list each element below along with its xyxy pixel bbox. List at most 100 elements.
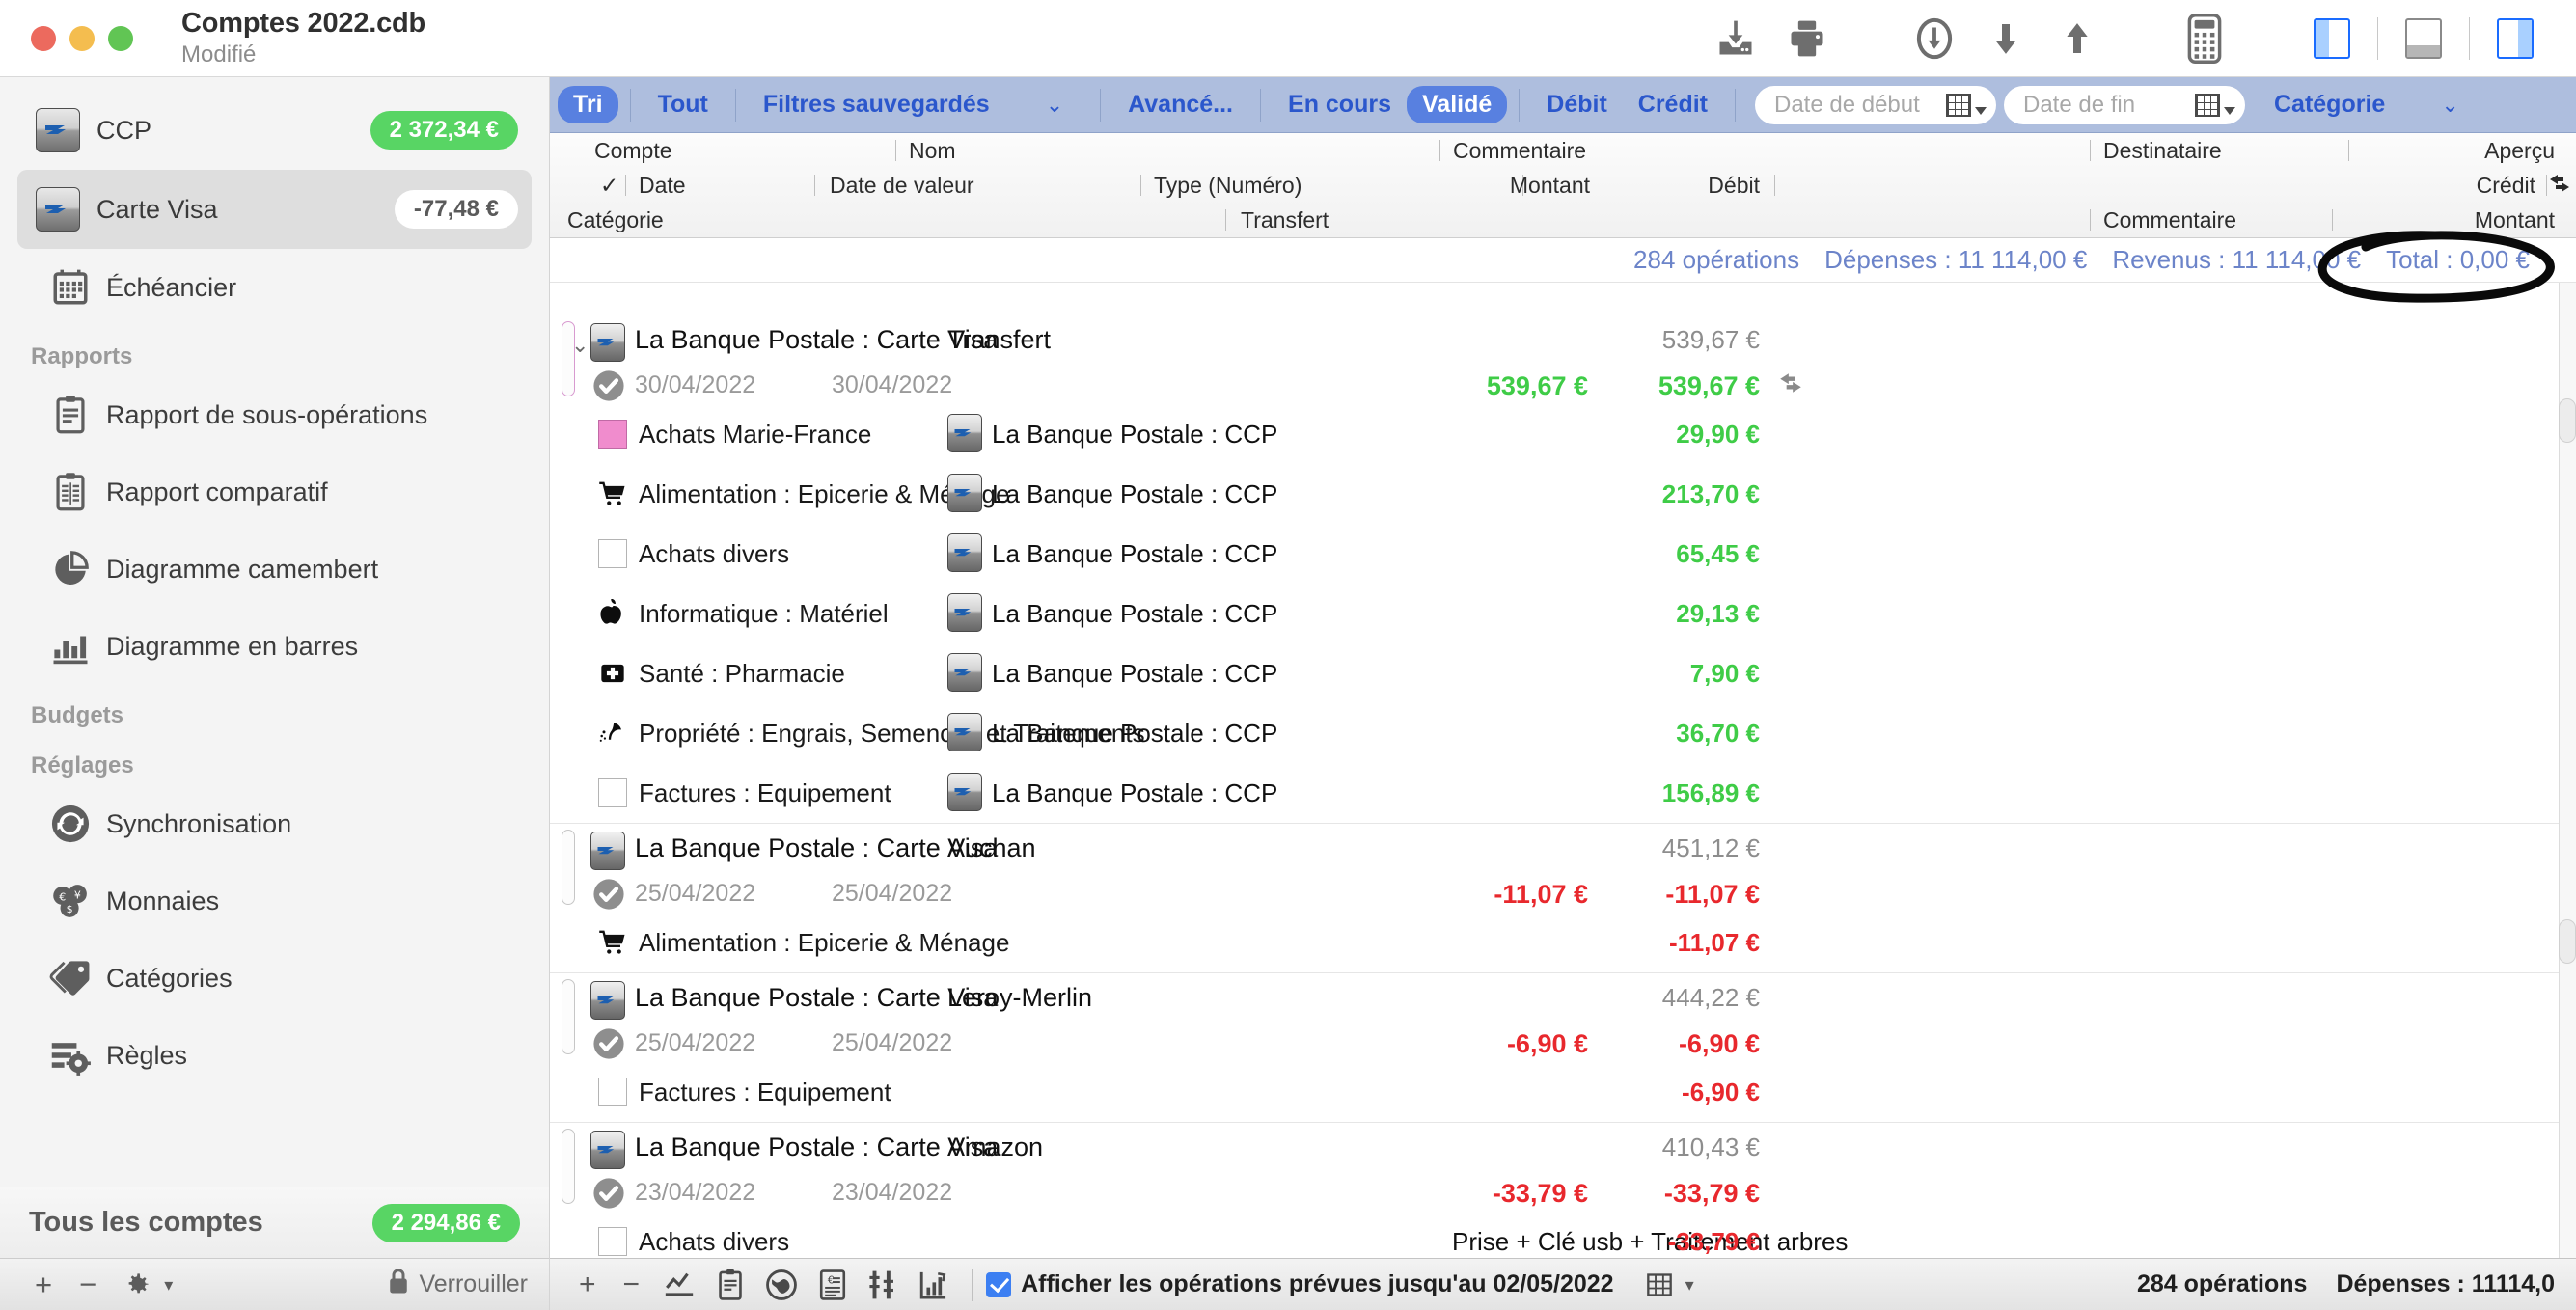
sidebar-item-synchronisation[interactable]: Synchronisation xyxy=(0,785,549,862)
category-filter-button[interactable]: Catégorie xyxy=(2259,86,2400,123)
col-date[interactable]: Date xyxy=(639,173,686,199)
lock-button[interactable]: Verrouiller xyxy=(386,1267,528,1302)
col-montant-2[interactable]: Montant xyxy=(2475,207,2555,233)
maximize-button[interactable] xyxy=(108,25,133,51)
transaction-main-row[interactable]: La Banque Postale : Carte Visa Amazon 23… xyxy=(550,1123,2576,1212)
window-controls[interactable] xyxy=(0,25,133,51)
row-gutter-handle[interactable] xyxy=(562,1129,575,1204)
table-row[interactable]: La Banque Postale : Carte Visa Transfert… xyxy=(550,315,2576,824)
list-item[interactable]: Factures : Equipement La Banque Postale … xyxy=(550,763,2576,823)
transaction-list[interactable]: ⌄ La Banque Postale : Carte Visa Transfe… xyxy=(550,283,2576,1258)
transfer-arrows-icon[interactable] xyxy=(1777,371,1804,399)
sidebar-item-regles[interactable]: Règles xyxy=(0,1017,549,1094)
calendar-icon[interactable] xyxy=(1946,93,1971,117)
remove-account-button[interactable]: − xyxy=(66,1269,110,1299)
list-item[interactable]: Informatique : Matériel La Banque Postal… xyxy=(550,584,2576,643)
sort-button[interactable]: Tri xyxy=(558,86,618,123)
table-grid-caret[interactable]: ▾ xyxy=(1684,1276,1708,1294)
validated-check-icon[interactable] xyxy=(592,1027,625,1065)
calendar-icon[interactable] xyxy=(2195,93,2220,117)
import-icon[interactable] xyxy=(1700,11,1771,67)
table-row[interactable]: La Banque Postale : Carte Visa Auchan 25… xyxy=(550,824,2576,973)
sidebar-item-echeancier[interactable]: Échéancier xyxy=(0,249,549,326)
add-account-button[interactable]: + xyxy=(21,1269,66,1299)
add-operation-button[interactable]: + xyxy=(565,1269,610,1299)
vertical-scrollbar[interactable] xyxy=(2559,283,2576,1258)
col-type-numero[interactable]: Type (Numéro) xyxy=(1154,173,1302,199)
clipboard-icon[interactable] xyxy=(705,1269,755,1301)
remove-operation-button[interactable]: − xyxy=(610,1269,654,1299)
list-item[interactable]: Factures : Equipement -6,90 € xyxy=(550,1062,2576,1122)
calculator-icon[interactable] xyxy=(2169,11,2240,67)
filter-validated-button[interactable]: Validé xyxy=(1407,86,1508,123)
col-check-glyph[interactable]: ✓ xyxy=(600,173,618,199)
col-credit[interactable]: Crédit xyxy=(2477,173,2535,199)
row-gutter-handle[interactable] xyxy=(562,321,575,396)
sidebar-item-diagramme-camembert[interactable]: Diagramme camembert xyxy=(0,531,549,608)
close-button[interactable] xyxy=(31,25,56,51)
col-commentaire[interactable]: Commentaire xyxy=(1453,138,1586,164)
all-accounts-row[interactable]: Tous les comptes 2 294,86 € xyxy=(0,1187,549,1258)
chevron-down-icon[interactable]: ⌄ xyxy=(1005,93,1088,118)
chart-line-icon[interactable] xyxy=(653,1269,705,1301)
col-apercu[interactable]: Aperçu xyxy=(2484,138,2555,164)
col-montant[interactable]: Montant xyxy=(1510,173,1590,199)
col-commentaire-2[interactable]: Commentaire xyxy=(2103,207,2236,233)
end-date-input[interactable]: Date de fin xyxy=(2004,85,2245,124)
validated-check-icon[interactable] xyxy=(592,369,625,407)
globe-icon[interactable] xyxy=(755,1269,808,1301)
filter-pending-button[interactable]: En cours xyxy=(1273,86,1407,123)
sidebar-item-categories[interactable]: Catégories xyxy=(0,940,549,1017)
filter-credit-button[interactable]: Crédit xyxy=(1623,86,1723,123)
right-panel-icon[interactable] xyxy=(2480,11,2551,67)
row-gutter-handle[interactable] xyxy=(562,979,575,1054)
arrow-up-icon[interactable] xyxy=(2042,11,2113,67)
scrollbar-handle[interactable] xyxy=(2559,919,2576,964)
saved-filters-button[interactable]: Filtres sauvegardés xyxy=(748,86,1005,123)
list-item[interactable]: Achats Marie-France La Banque Postale : … xyxy=(550,404,2576,464)
chevron-down-icon[interactable] xyxy=(1975,106,1987,115)
print-icon[interactable] xyxy=(1771,11,1843,67)
arrow-down-icon[interactable] xyxy=(1970,11,2042,67)
transaction-main-row[interactable]: La Banque Postale : Carte Visa Auchan 25… xyxy=(550,824,2576,913)
col-transfert[interactable]: Transfert xyxy=(1241,207,1329,233)
show-planned-checkbox[interactable] xyxy=(986,1271,1012,1297)
invoice-euro-icon[interactable]: € xyxy=(808,1269,858,1301)
col-debit[interactable]: Débit xyxy=(1708,173,1760,199)
compare-icon[interactable] xyxy=(858,1269,908,1301)
col-compte[interactable]: Compte xyxy=(594,138,672,164)
list-item[interactable]: Achats divers La Banque Postale : CCP 65… xyxy=(550,524,2576,584)
list-item[interactable]: Alimentation : Epicerie & Ménage -11,07 … xyxy=(550,913,2576,972)
col-nom[interactable]: Nom xyxy=(909,138,956,164)
sidebar-item-carte-visa[interactable]: Carte Visa -77,48 € xyxy=(17,170,532,249)
col-destinataire[interactable]: Destinataire xyxy=(2103,138,2222,164)
list-item[interactable]: Santé : Pharmacie La Banque Postale : CC… xyxy=(550,643,2576,703)
table-row[interactable]: La Banque Postale : Carte Visa Leroy-Mer… xyxy=(550,973,2576,1123)
trend-up-icon[interactable] xyxy=(908,1269,958,1301)
col-date-valeur[interactable]: Date de valeur xyxy=(830,173,974,199)
table-grid-icon[interactable] xyxy=(1635,1271,1684,1298)
gear-dropdown-caret[interactable]: ▾ xyxy=(164,1276,186,1294)
sidebar-item-diagramme-barres[interactable]: Diagramme en barres xyxy=(0,608,549,685)
chevron-down-icon[interactable]: ⌄ xyxy=(2400,93,2483,118)
sidebar-item-monnaies[interactable]: € ¥ $ Monnaies xyxy=(0,862,549,940)
table-row[interactable]: La Banque Postale : Carte Visa Amazon 23… xyxy=(550,1123,2576,1258)
filter-debit-button[interactable]: Débit xyxy=(1531,86,1623,123)
start-date-input[interactable]: Date de début xyxy=(1755,85,1996,124)
sidebar-item-rapport-sous-operations[interactable]: Rapport de sous-opérations xyxy=(0,376,549,453)
chevron-down-icon[interactable] xyxy=(2224,106,2235,115)
download-circle-icon[interactable] xyxy=(1899,11,1970,67)
gear-icon[interactable] xyxy=(110,1271,164,1298)
validated-check-icon[interactable] xyxy=(592,878,625,915)
transaction-main-row[interactable]: La Banque Postale : Carte Visa Leroy-Mer… xyxy=(550,973,2576,1062)
minimize-button[interactable] xyxy=(69,25,95,51)
list-item[interactable]: Propriété : Engrais, Semences et Traitem… xyxy=(550,703,2576,763)
col-categorie[interactable]: Catégorie xyxy=(567,207,664,233)
sidebar-item-rapport-comparatif[interactable]: Rapport comparatif xyxy=(0,453,549,531)
transaction-main-row[interactable]: La Banque Postale : Carte Visa Transfert… xyxy=(550,315,2576,404)
list-item[interactable]: Achats divers Prise + Clé usb + Traiteme… xyxy=(550,1212,2576,1258)
bottom-panel-icon[interactable] xyxy=(2388,11,2459,67)
row-gutter-handle[interactable] xyxy=(562,830,575,905)
sidebar-item-ccp[interactable]: CCP 2 372,34 € xyxy=(17,91,532,170)
filter-all-button[interactable]: Tout xyxy=(643,86,724,123)
